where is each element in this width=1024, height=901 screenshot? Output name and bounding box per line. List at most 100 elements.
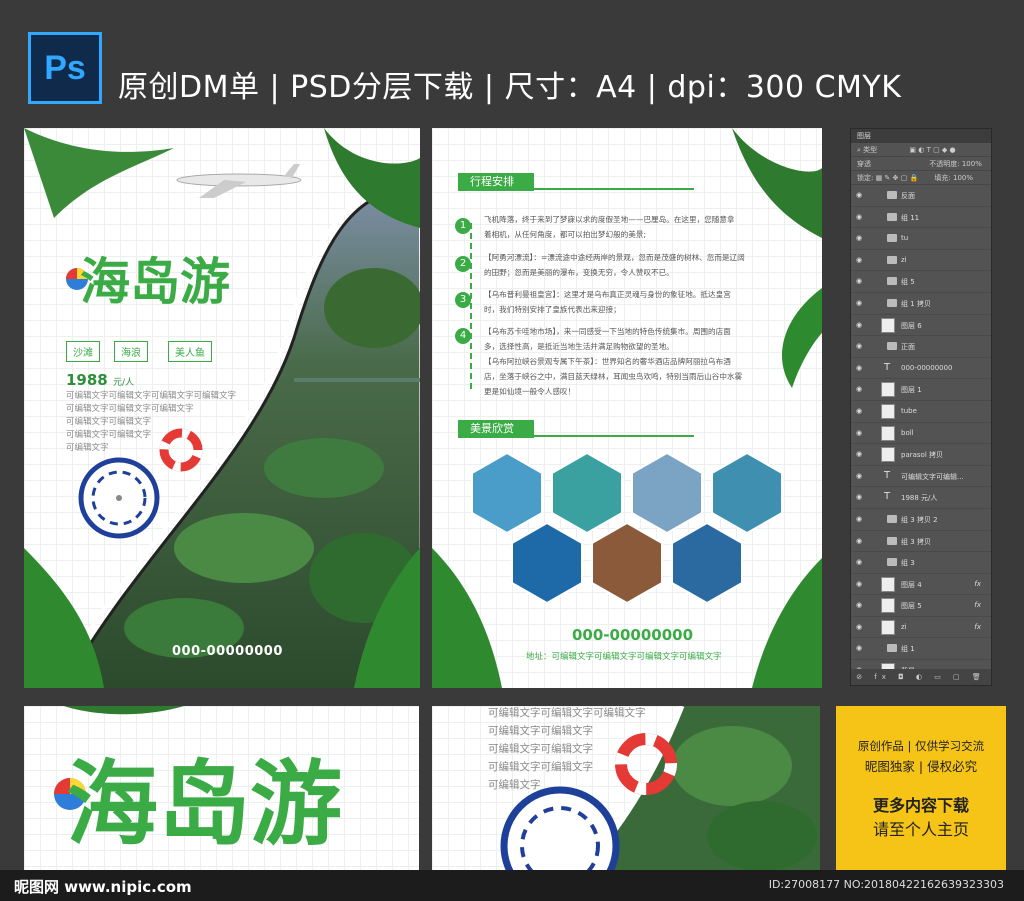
section-divider (458, 188, 694, 190)
flyer-back: 行程安排 1 2 3 4 飞机降落，终于来到了梦寐以求的度假圣地——巴厘岛。在这… (432, 128, 822, 688)
layer-row[interactable]: ◉ 图层 5 fx (851, 595, 991, 617)
folder-icon (887, 558, 897, 567)
image-id: ID:27008177 NO:20180422162639323303 (768, 878, 1004, 891)
blend-mode-select[interactable]: 穿透 (857, 160, 871, 168)
layer-row[interactable]: ◉ 组 1 拷贝 (851, 293, 991, 315)
layer-row[interactable]: ◉ 反面 (851, 185, 991, 207)
eye-icon[interactable]: ◉ (856, 191, 864, 199)
layer-name: 组 1 拷贝 (901, 299, 931, 308)
layers-tab[interactable]: 图层 (851, 129, 991, 143)
layers-panel: 图层 ⌕ 类型 ▣ ◐ T ▢ ◆ ● 穿透 不透明度: 100% 锁定: ▦ … (850, 128, 992, 686)
filler-line: 可编辑文字可编辑文字 (66, 430, 152, 440)
price-value: 1988 (66, 371, 108, 389)
eye-icon[interactable]: ◉ (856, 277, 864, 285)
site-watermark[interactable]: 昵图网 www.nipic.com (14, 876, 192, 897)
lock-icons[interactable]: ▦ ✎ ✥ ▢ 🔒 (876, 174, 919, 182)
lock-row: 锁定: ▦ ✎ ✥ ▢ 🔒 填充: 100% (851, 171, 991, 185)
eye-icon[interactable]: ◉ (856, 580, 864, 588)
layer-row[interactable]: ◉ 图层 1 (851, 379, 991, 401)
eye-icon[interactable]: ◉ (856, 213, 864, 221)
layer-row[interactable]: ◉ T 000-00000000 (851, 358, 991, 380)
layer-name: 000-00000000 (901, 363, 953, 372)
filler-line: 可编辑文字可编辑文字 (488, 761, 593, 773)
layer-row[interactable]: ◉ 组 5 (851, 271, 991, 293)
layer-row[interactable]: ◉ zi fx (851, 617, 991, 639)
section-divider (458, 435, 694, 437)
layer-thumbnail (881, 619, 895, 635)
step-4: 4 (455, 328, 471, 344)
layer-row[interactable]: ◉ 组 11 (851, 207, 991, 229)
para-line: 店，坐落于峡谷之中，满目蓝天绿林，耳闻虫鸟欢鸣，特别当雨后山谷中水雾 (484, 372, 743, 381)
folder-icon (887, 277, 897, 286)
price-unit: 元/人 (112, 378, 135, 388)
flyer-front: 海岛游 沙滩 海浪 美人鱼 1988 元/人 可编辑文字可编辑文字可编辑文字可编… (24, 128, 420, 688)
layer-thumbnail (881, 403, 895, 419)
eye-icon[interactable]: ◉ (856, 493, 864, 501)
badge-line-1: 原创作品 | 仅供学习交流 (857, 739, 985, 753)
tag-mermaid: 美人鱼 (168, 341, 212, 362)
layers-footer-icons[interactable]: ⊘ fx ◘ ◐ ▭ ▢ 🗑 (851, 669, 991, 685)
layer-row[interactable]: ◉ 组 3 拷贝 (851, 531, 991, 553)
fill-label: 填充: (934, 174, 951, 182)
layer-filter[interactable]: ⌕ 类型 ▣ ◐ T ▢ ◆ ● (851, 143, 991, 157)
filler-line: 可编辑文字可编辑文字可编辑文字可编辑文字 (66, 391, 237, 401)
fx-icon[interactable]: fx (974, 601, 981, 609)
opacity-label: 不透明度: (929, 160, 960, 168)
layer-row[interactable]: ◉ 组 1 (851, 638, 991, 661)
layer-row[interactable]: ◉ 正面 (851, 336, 991, 358)
layer-name: 组 1 (901, 645, 915, 654)
layer-row[interactable]: ◉ T 可编辑文字可编辑... (851, 466, 991, 488)
eye-icon[interactable]: ◉ (856, 450, 864, 458)
eye-icon[interactable]: ◉ (856, 321, 864, 329)
layer-row[interactable]: ◉ zi (851, 250, 991, 272)
para-line: 【阿勇河漂流】：=漂流途中途经两岸的景观，忽而是茂盛的树林、忽而是辽阔 (484, 253, 745, 262)
front-title: 海岛游 (80, 253, 230, 311)
eye-icon[interactable]: ◉ (856, 623, 864, 631)
badge-line-4: 请至个人主页 (872, 820, 969, 839)
layer-row[interactable]: ◉ boll (851, 423, 991, 445)
eye-icon[interactable]: ◉ (856, 407, 864, 415)
eye-icon[interactable]: ◉ (856, 472, 864, 480)
layer-row[interactable]: ◉ 图层 6 (851, 315, 991, 337)
layer-row[interactable]: ◉ tu (851, 228, 991, 250)
filler-line: 可编辑文字可编辑文字 (66, 417, 152, 427)
layer-row[interactable]: ◉ 组 3 (851, 552, 991, 574)
eye-icon[interactable]: ◉ (856, 644, 864, 652)
copyright-badge: 原创作品 | 仅供学习交流 昵图独家 | 侵权必究 更多内容下载 请至个人主页 (836, 706, 1006, 870)
layer-name: zi (901, 622, 907, 631)
eye-icon[interactable]: ◉ (856, 299, 864, 307)
footer: 昵图网 www.nipic.com ID:27008177 NO:2018042… (0, 870, 1024, 901)
eye-icon[interactable]: ◉ (856, 342, 864, 350)
step-3: 3 (455, 292, 471, 308)
eye-icon[interactable]: ◉ (856, 364, 864, 372)
folder-icon (887, 644, 897, 653)
kind-filter[interactable]: 类型 (863, 146, 877, 154)
fx-icon[interactable]: fx (974, 623, 981, 631)
eye-icon[interactable]: ◉ (856, 429, 864, 437)
folder-icon (887, 536, 897, 545)
eye-icon[interactable]: ◉ (856, 234, 864, 242)
para-line: 【乌布普利曼祖皇宫】：这里才是乌布真正灵魂与身份的象征地。抵达皇宫 (484, 290, 731, 299)
layer-name: 组 3 拷贝 2 (901, 515, 938, 524)
para-line: 的田野；忽而是美丽的瀑布，变换无穷，令人赞叹不已。 (484, 268, 674, 277)
step-1: 1 (455, 218, 471, 234)
layer-row[interactable]: ◉ tube (851, 401, 991, 423)
folder-icon (887, 298, 897, 307)
layer-row[interactable]: ◉ parasol 拷贝 (851, 444, 991, 466)
layer-thumbnail (881, 576, 895, 592)
eye-icon[interactable]: ◉ (856, 537, 864, 545)
eye-icon[interactable]: ◉ (856, 385, 864, 393)
fill-value[interactable]: 100% (953, 174, 973, 182)
layer-row[interactable]: ◉ T 1988 元/人 (851, 487, 991, 509)
opacity-value[interactable]: 100% (962, 160, 982, 168)
eye-icon[interactable]: ◉ (856, 515, 864, 523)
eye-icon[interactable]: ◉ (856, 601, 864, 609)
layer-name: 图层 1 (901, 386, 922, 395)
fx-icon[interactable]: fx (974, 580, 981, 588)
layer-name: 正面 (901, 343, 915, 352)
eye-icon[interactable]: ◉ (856, 256, 864, 264)
layer-row[interactable]: ◉ 图层 4 fx (851, 574, 991, 596)
eye-icon[interactable]: ◉ (856, 558, 864, 566)
layer-thumbnail (881, 447, 895, 463)
layer-row[interactable]: ◉ 组 3 拷贝 2 (851, 509, 991, 531)
